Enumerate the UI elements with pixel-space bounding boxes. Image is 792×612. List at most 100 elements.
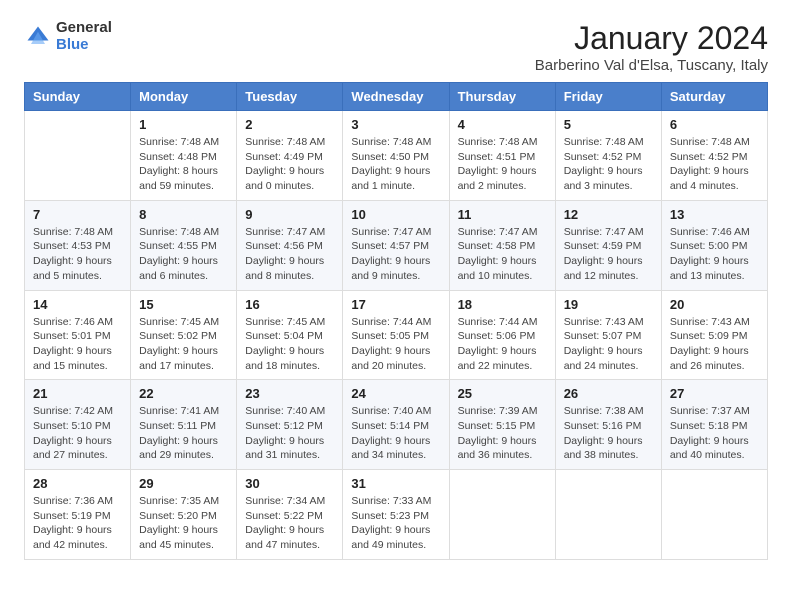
calendar-cell: 31Sunrise: 7:33 AMSunset: 5:23 PMDayligh… [343, 470, 449, 560]
day-info: Sunrise: 7:46 AMSunset: 5:01 PMDaylight:… [33, 315, 122, 374]
day-number: 19 [564, 297, 653, 312]
day-number: 26 [564, 386, 653, 401]
calendar-cell: 15 Sunrise: 7:45 AMSunset: 5:02 PMDayligh… [131, 290, 237, 380]
calendar-body: 1Sunrise: 7:48 AMSunset: 4:48 PMDaylight… [25, 111, 768, 560]
day-info: Sunrise: 7:43 AMSunset: 5:09 PMDaylight:… [670, 315, 759, 374]
weekday-header: Monday [131, 83, 237, 111]
day-number: 15 [139, 297, 228, 312]
calendar-week-row: 1Sunrise: 7:48 AMSunset: 4:48 PMDaylight… [25, 111, 768, 201]
day-info: Sunrise: 7:40 AMSunset: 5:14 PMDaylight:… [351, 404, 440, 463]
day-info: Sunrise: 7:47 AMSunset: 4:56 PMDaylight:… [245, 225, 334, 284]
calendar-cell: 13 Sunrise: 7:46 AMSunset: 5:00 PMDayligh… [661, 200, 767, 290]
day-number: 27 [670, 386, 759, 401]
weekday-header: Wednesday [343, 83, 449, 111]
day-info: Sunrise: 7:43 AMSunset: 5:07 PMDaylight:… [564, 315, 653, 374]
day-number: 16 [245, 297, 334, 312]
day-number: 17 [351, 297, 440, 312]
weekday-header: Friday [555, 83, 661, 111]
weekday-header: Sunday [25, 83, 131, 111]
calendar-week-row: 28 Sunrise: 7:36 AMSunset: 5:19 PMDayligh… [25, 470, 768, 560]
calendar-cell: 23Sunrise: 7:40 AMSunset: 5:12 PMDayligh… [237, 380, 343, 470]
page-header: General Blue January 2024 Barberino Val … [24, 20, 768, 74]
calendar-cell: 22 Sunrise: 7:41 AMSunset: 5:11 PMDayligh… [131, 380, 237, 470]
day-info: Sunrise: 7:48 AMSunset: 4:52 PMDaylight:… [670, 135, 759, 194]
day-number: 2 [245, 117, 334, 132]
day-info: Sunrise: 7:34 AMSunset: 5:22 PMDaylight:… [245, 494, 334, 553]
calendar-cell: 4Sunrise: 7:48 AMSunset: 4:51 PMDaylight… [449, 111, 555, 201]
day-number: 9 [245, 207, 334, 222]
calendar-cell: 30Sunrise: 7:34 AMSunset: 5:22 PMDayligh… [237, 470, 343, 560]
weekday-header: Thursday [449, 83, 555, 111]
day-info: Sunrise: 7:37 AMSunset: 5:18 PMDaylight:… [670, 404, 759, 463]
day-number: 11 [458, 207, 547, 222]
calendar-cell: 11Sunrise: 7:47 AMSunset: 4:58 PMDayligh… [449, 200, 555, 290]
day-number: 7 [33, 207, 122, 222]
calendar-title: January 2024 [535, 20, 768, 57]
calendar-week-row: 7Sunrise: 7:48 AMSunset: 4:53 PMDaylight… [25, 200, 768, 290]
calendar-week-row: 14 Sunrise: 7:46 AMSunset: 5:01 PMDayligh… [25, 290, 768, 380]
weekday-row: SundayMondayTuesdayWednesdayThursdayFrid… [25, 83, 768, 111]
calendar-cell: 5 Sunrise: 7:48 AMSunset: 4:52 PMDaylight… [555, 111, 661, 201]
day-number: 10 [351, 207, 440, 222]
logo-general-text: General [56, 20, 112, 37]
day-info: Sunrise: 7:41 AMSunset: 5:11 PMDaylight:… [139, 404, 228, 463]
calendar-cell: 9 Sunrise: 7:47 AMSunset: 4:56 PMDaylight… [237, 200, 343, 290]
day-number: 23 [245, 386, 334, 401]
calendar-subtitle: Barberino Val d'Elsa, Tuscany, Italy [535, 57, 768, 74]
calendar-cell: 25 Sunrise: 7:39 AMSunset: 5:15 PMDayligh… [449, 380, 555, 470]
day-number: 8 [139, 207, 228, 222]
calendar-cell: 29Sunrise: 7:35 AMSunset: 5:20 PMDayligh… [131, 470, 237, 560]
day-number: 3 [351, 117, 440, 132]
day-info: Sunrise: 7:45 AMSunset: 5:04 PMDaylight:… [245, 315, 334, 374]
day-number: 25 [458, 386, 547, 401]
day-number: 24 [351, 386, 440, 401]
calendar-cell: 10Sunrise: 7:47 AMSunset: 4:57 PMDayligh… [343, 200, 449, 290]
day-info: Sunrise: 7:48 AMSunset: 4:49 PMDaylight:… [245, 135, 334, 194]
calendar-cell: 8Sunrise: 7:48 AMSunset: 4:55 PMDaylight… [131, 200, 237, 290]
day-number: 31 [351, 476, 440, 491]
calendar-header: SundayMondayTuesdayWednesdayThursdayFrid… [25, 83, 768, 111]
day-number: 5 [564, 117, 653, 132]
day-info: Sunrise: 7:36 AMSunset: 5:19 PMDaylight:… [33, 494, 122, 553]
day-number: 12 [564, 207, 653, 222]
day-info: Sunrise: 7:39 AMSunset: 5:15 PMDaylight:… [458, 404, 547, 463]
day-info: Sunrise: 7:45 AMSunset: 5:02 PMDaylight:… [139, 315, 228, 374]
day-number: 14 [33, 297, 122, 312]
calendar-cell: 18 Sunrise: 7:44 AMSunset: 5:06 PMDayligh… [449, 290, 555, 380]
day-info: Sunrise: 7:44 AMSunset: 5:06 PMDaylight:… [458, 315, 547, 374]
calendar-cell: 19 Sunrise: 7:43 AMSunset: 5:07 PMDayligh… [555, 290, 661, 380]
day-number: 6 [670, 117, 759, 132]
day-number: 20 [670, 297, 759, 312]
day-number: 21 [33, 386, 122, 401]
calendar-cell: 20 Sunrise: 7:43 AMSunset: 5:09 PMDayligh… [661, 290, 767, 380]
calendar-cell [25, 111, 131, 201]
calendar-cell: 3 Sunrise: 7:48 AMSunset: 4:50 PMDaylight… [343, 111, 449, 201]
calendar-cell: 26Sunrise: 7:38 AMSunset: 5:16 PMDayligh… [555, 380, 661, 470]
day-info: Sunrise: 7:35 AMSunset: 5:20 PMDaylight:… [139, 494, 228, 553]
day-info: Sunrise: 7:48 AMSunset: 4:52 PMDaylight:… [564, 135, 653, 194]
calendar-cell: 2 Sunrise: 7:48 AMSunset: 4:49 PMDaylight… [237, 111, 343, 201]
calendar-cell: 27 Sunrise: 7:37 AMSunset: 5:18 PMDayligh… [661, 380, 767, 470]
calendar-cell [555, 470, 661, 560]
day-number: 13 [670, 207, 759, 222]
day-number: 22 [139, 386, 228, 401]
calendar-cell: 14 Sunrise: 7:46 AMSunset: 5:01 PMDayligh… [25, 290, 131, 380]
logo-icon [24, 23, 52, 51]
calendar-week-row: 21 Sunrise: 7:42 AMSunset: 5:10 PMDayligh… [25, 380, 768, 470]
day-info: Sunrise: 7:46 AMSunset: 5:00 PMDaylight:… [670, 225, 759, 284]
calendar-cell: 21 Sunrise: 7:42 AMSunset: 5:10 PMDayligh… [25, 380, 131, 470]
calendar-cell: 6 Sunrise: 7:48 AMSunset: 4:52 PMDaylight… [661, 111, 767, 201]
day-info: Sunrise: 7:48 AMSunset: 4:50 PMDaylight:… [351, 135, 440, 194]
day-number: 1 [139, 117, 228, 132]
calendar-cell: 28 Sunrise: 7:36 AMSunset: 5:19 PMDayligh… [25, 470, 131, 560]
calendar-cell: 16 Sunrise: 7:45 AMSunset: 5:04 PMDayligh… [237, 290, 343, 380]
calendar-cell: 12Sunrise: 7:47 AMSunset: 4:59 PMDayligh… [555, 200, 661, 290]
logo: General Blue [24, 20, 112, 53]
weekday-header: Saturday [661, 83, 767, 111]
day-info: Sunrise: 7:42 AMSunset: 5:10 PMDaylight:… [33, 404, 122, 463]
calendar-cell: 17Sunrise: 7:44 AMSunset: 5:05 PMDayligh… [343, 290, 449, 380]
day-info: Sunrise: 7:48 AMSunset: 4:51 PMDaylight:… [458, 135, 547, 194]
calendar-table: SundayMondayTuesdayWednesdayThursdayFrid… [24, 82, 768, 560]
day-number: 18 [458, 297, 547, 312]
day-number: 28 [33, 476, 122, 491]
